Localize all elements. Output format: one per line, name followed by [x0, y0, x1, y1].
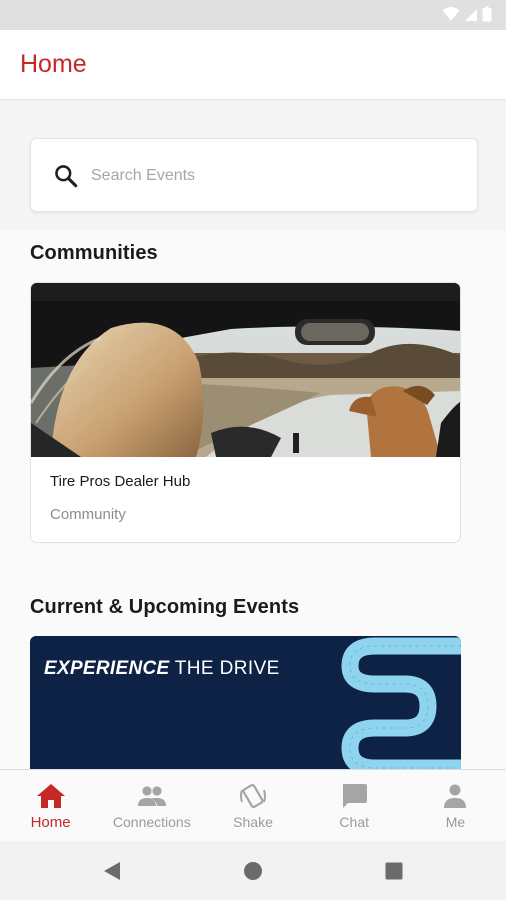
nav-home-label: Home [30, 814, 71, 831]
people-icon [137, 786, 166, 806]
event-card[interactable]: EXPERIENCE THE DRIVE [30, 636, 461, 769]
nav-home[interactable]: Home [0, 770, 101, 841]
chat-icon [343, 784, 368, 808]
home-circle-icon [244, 862, 262, 880]
road-curve-graphic [341, 637, 461, 769]
home-icon [36, 784, 65, 808]
system-home-button[interactable] [241, 859, 265, 883]
nav-chat-label: Chat [339, 814, 369, 830]
status-icons [442, 6, 492, 22]
community-photo [31, 283, 460, 457]
events-heading: Current & Upcoming Events [30, 596, 300, 618]
community-name: Tire Pros Dealer Hub [50, 473, 191, 490]
page-title: Home [20, 50, 87, 78]
shake-phone-icon [240, 783, 266, 809]
nav-me-label: Me [445, 814, 466, 830]
nav-connections[interactable]: Connections [101, 770, 202, 841]
person-icon [444, 784, 467, 808]
search-input[interactable] [91, 161, 451, 191]
search-icon [55, 165, 78, 188]
status-bar [0, 0, 506, 30]
nav-chat[interactable]: Chat [304, 770, 405, 841]
back-icon [104, 862, 120, 880]
community-type: Community [50, 506, 126, 523]
nav-me[interactable]: Me [405, 770, 506, 841]
bottom-nav: Home Connections Shake Chat Me [0, 769, 506, 841]
wifi-icon [442, 7, 460, 21]
home-content[interactable]: Communities [0, 101, 506, 769]
recents-button[interactable] [382, 859, 406, 883]
nav-shake-label: Shake [233, 814, 273, 830]
search-zone [0, 101, 506, 231]
nav-connections-label: Connections [112, 814, 191, 830]
signal-icon [465, 9, 477, 21]
system-nav-bar [0, 841, 506, 900]
app-bar: Home [0, 30, 506, 100]
battery-icon [482, 6, 492, 22]
recents-icon [385, 862, 403, 880]
nav-shake[interactable]: Shake [202, 770, 303, 841]
search-bar[interactable] [30, 138, 478, 212]
communities-heading: Communities [30, 242, 158, 264]
back-button[interactable] [100, 859, 124, 883]
community-card[interactable]: Tire Pros Dealer Hub Community [30, 282, 461, 543]
